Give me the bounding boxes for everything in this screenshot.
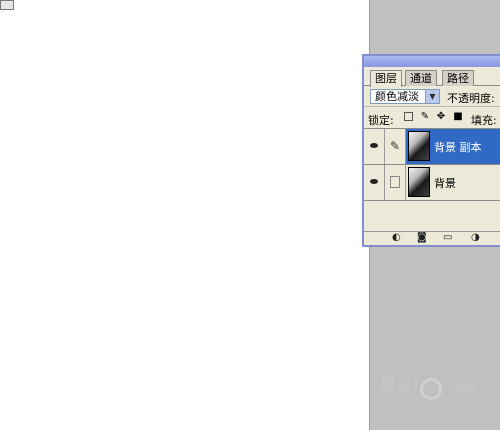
tab-paths[interactable]: 路径 xyxy=(442,70,474,86)
lock-label: 锁定: xyxy=(368,114,394,127)
layer-link-cell[interactable] xyxy=(385,165,406,200)
watermark-brand: Bai xyxy=(380,372,420,397)
link-box-icon xyxy=(390,176,400,188)
chevron-down-icon[interactable]: ▼ xyxy=(425,90,439,103)
canvas-corner-icon xyxy=(0,0,14,10)
layer-row-background[interactable]: 背景 xyxy=(364,165,500,201)
paw-logo-icon xyxy=(420,378,442,400)
lock-move-icon[interactable]: ✥ xyxy=(436,112,446,122)
lock-paint-icon[interactable]: ✎ xyxy=(420,112,430,122)
layer-row-background-copy[interactable]: ✎ 背景 副本 xyxy=(364,129,500,165)
lock-all-icon[interactable]: ■ xyxy=(453,112,463,122)
lock-transparent-icon[interactable] xyxy=(404,112,413,121)
tab-channels[interactable]: 通道 xyxy=(405,70,437,86)
fill-label: 填充: xyxy=(471,114,497,127)
lock-fill-row: 锁定: ✎ ✥ ■ 填充: xyxy=(364,106,500,128)
opacity-label: 不透明度: xyxy=(447,92,495,105)
blend-mode-select[interactable]: 颜色减淡 ▼ xyxy=(370,89,440,104)
tab-layers[interactable]: 图层 xyxy=(370,70,402,87)
layer-thumbnail xyxy=(408,167,430,197)
palette-tabs: 图层 通道 路径 xyxy=(364,67,500,87)
layer-thumbnail xyxy=(408,131,430,161)
watermark-url: jingyan.baidu.com xyxy=(386,405,470,415)
watermark: Bai 经验 jingyan.baidu.com xyxy=(380,372,495,426)
layer-link-cell[interactable]: ✎ xyxy=(385,129,406,164)
blend-mode-value: 颜色减淡 xyxy=(375,90,419,103)
eye-icon xyxy=(369,178,379,185)
visibility-toggle[interactable] xyxy=(364,165,385,200)
eye-icon xyxy=(369,142,379,149)
layer-style-icon[interactable]: ◐ xyxy=(392,233,401,243)
palette-title-bar[interactable] xyxy=(364,56,500,67)
adjustment-layer-icon[interactable]: ◑ xyxy=(471,233,480,243)
mask-icon[interactable]: ◙ xyxy=(417,233,427,243)
watermark-brand-cn: 经验 xyxy=(450,383,478,399)
palette-bottom-toolbar: ◐ ◙ ▭ ◑ ▫ xyxy=(364,231,500,245)
blend-opacity-row: 颜色减淡 ▼ 不透明度: xyxy=(364,86,500,106)
layers-palette: 图层 通道 路径 颜色减淡 ▼ 不透明度: 锁定: ✎ ✥ ■ 填充: ✎ 背景… xyxy=(362,54,500,247)
brush-icon: ✎ xyxy=(390,139,401,153)
visibility-toggle[interactable] xyxy=(364,129,385,164)
document-canvas[interactable] xyxy=(0,0,369,430)
layers-list: ✎ 背景 副本 背景 xyxy=(364,128,500,223)
folder-icon[interactable]: ▭ xyxy=(443,233,452,243)
layer-name: 背景 xyxy=(434,177,456,190)
layer-name: 背景 副本 xyxy=(434,141,482,154)
